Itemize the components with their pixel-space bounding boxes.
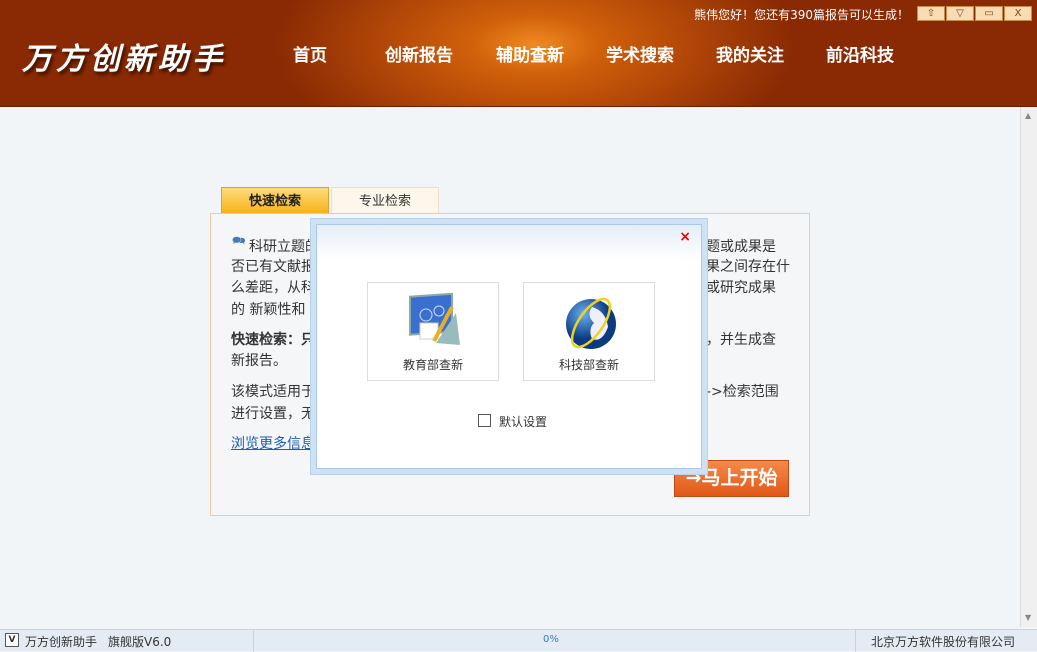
nav-home[interactable]: 首页 bbox=[293, 41, 327, 66]
nav-assist-novelty[interactable]: 辅助查新 bbox=[496, 41, 564, 66]
minimize-button[interactable]: ▭ bbox=[975, 6, 1003, 21]
blueprint-icon bbox=[409, 293, 460, 345]
nav-frontier-tech[interactable]: 前沿科技 bbox=[826, 41, 894, 66]
status-app-name: 万方创新助手 bbox=[25, 635, 98, 649]
desc-text: 的 新颖性和 bbox=[231, 302, 306, 318]
tab-quick-search[interactable]: 快速检索 bbox=[221, 187, 329, 214]
desc-text: 果之间存在什 bbox=[706, 259, 790, 275]
desc-text: 科研立题的 bbox=[249, 239, 319, 255]
desc-text: 进行设置，无 bbox=[231, 406, 315, 422]
nav-my-follow[interactable]: 我的关注 bbox=[716, 41, 784, 66]
desc-text: 题或成果是 bbox=[706, 239, 776, 255]
status-edition: 旗舰版V6.0 bbox=[108, 635, 172, 649]
status-bar: V 万方创新助手 旗舰版V6.0 0% 北京万方软件股份有限公司 bbox=[0, 629, 1037, 652]
browse-more-link[interactable]: 浏览更多信息 bbox=[231, 433, 315, 453]
desc-text: 该模式适用于 bbox=[231, 384, 315, 400]
desc-text: 新报告。 bbox=[231, 353, 287, 369]
skin-button[interactable]: ⇧ bbox=[917, 6, 945, 21]
chat-icon: 🗪 bbox=[232, 234, 246, 247]
education-ministry-option[interactable]: 教育部查新 bbox=[367, 282, 499, 381]
vertical-scrollbar[interactable]: ▲ ▼ bbox=[1020, 107, 1037, 627]
progress-text: 0% bbox=[543, 634, 559, 645]
nav-academic-search[interactable]: 学术搜索 bbox=[606, 41, 674, 66]
desc-text: 么差距，从科 bbox=[231, 280, 315, 296]
novelty-type-dialog: × 教育部查新 科技部查新 默认设置 bbox=[310, 218, 708, 475]
menu-button[interactable]: ▽ bbox=[946, 6, 974, 21]
desc-text: 快速检索：只 bbox=[231, 332, 315, 348]
desc-text: ，并生成查 bbox=[706, 332, 776, 348]
desc-text: ->检索范围 bbox=[706, 384, 779, 400]
science-ministry-option[interactable]: 科技部查新 bbox=[523, 282, 655, 381]
option-label: 科技部查新 bbox=[558, 358, 619, 372]
default-setting-checkbox[interactable] bbox=[478, 414, 491, 427]
app-logo: 万方创新助手 bbox=[22, 42, 226, 77]
dialog-close-icon[interactable]: × bbox=[679, 229, 691, 245]
tab-professional-search[interactable]: 专业检索 bbox=[331, 187, 439, 214]
option-label: 教育部查新 bbox=[402, 358, 463, 372]
header: 万方创新助手 首页 创新报告 辅助查新 学术搜索 我的关注 前沿科技 熊伟您好！… bbox=[0, 0, 1037, 107]
company-name: 北京万方软件股份有限公司 bbox=[871, 635, 1016, 649]
globe-icon bbox=[566, 297, 616, 349]
default-setting-label: 默认设置 bbox=[499, 415, 548, 429]
desc-text: 否已有文献报 bbox=[231, 259, 315, 275]
desc-text: 或研究成果 bbox=[706, 280, 776, 296]
close-button[interactable]: X bbox=[1004, 6, 1032, 21]
greeting-text: 熊伟您好！您还有390篇报告可以生成！ bbox=[694, 8, 909, 22]
version-icon[interactable]: V bbox=[5, 633, 19, 647]
nav-innovation-report[interactable]: 创新报告 bbox=[385, 41, 453, 66]
